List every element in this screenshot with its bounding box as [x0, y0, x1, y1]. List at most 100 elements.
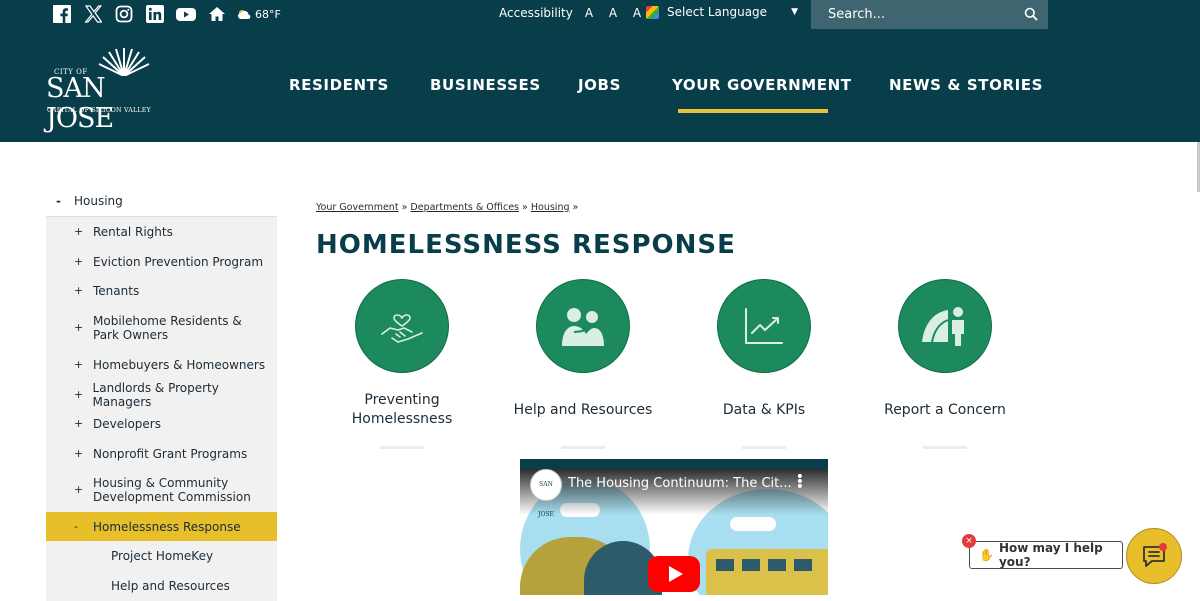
sidebar-item-label: Homelessness Response [93, 519, 241, 534]
sidebar-item-homebuyers[interactable]: + Homebuyers & Homeowners [46, 350, 277, 380]
card-divider [561, 446, 605, 449]
channel-avatar[interactable]: SAN JOSE [530, 469, 562, 518]
card-circle[interactable] [355, 279, 449, 373]
sidebar-item-nonprofit-grants[interactable]: + Nonprofit Grant Programs [46, 439, 277, 468]
cloud-icon [730, 517, 776, 531]
accessibility-controls: Accessibility A A A [499, 6, 647, 20]
sidebar-item-mobilehome[interactable]: + Mobilehome Residents & Park Owners [46, 306, 277, 350]
expand-icon[interactable]: + [46, 388, 93, 402]
sidebar-item-landlords[interactable]: + Landlords & Property Managers [46, 380, 277, 409]
search-input[interactable]: Search... [828, 7, 885, 22]
language-label: Select Language [667, 5, 768, 19]
card-label[interactable]: Report a Concern [875, 390, 1015, 430]
nav-item-jobs[interactable]: JOBS [578, 76, 621, 94]
youtube-icon[interactable] [176, 4, 196, 24]
partly-cloudy-icon [238, 10, 251, 19]
sidebar-item-housing[interactable]: - Housing [46, 186, 277, 217]
collapse-icon: - [56, 194, 61, 208]
text-size-buttons[interactable]: A A A [585, 6, 647, 20]
facebook-icon[interactable] [52, 4, 72, 24]
card-label[interactable]: Preventing Homelessness [332, 390, 472, 430]
sunburst-logo-icon [98, 48, 150, 76]
instagram-icon[interactable] [114, 4, 134, 24]
x-icon[interactable] [83, 4, 103, 24]
breadcrumb-separator: » [522, 202, 528, 213]
nav-item-residents[interactable]: RESIDENTS [289, 76, 389, 94]
expand-icon[interactable]: + [46, 225, 93, 239]
expand-icon[interactable]: + [46, 483, 93, 497]
close-icon[interactable]: × [962, 534, 976, 548]
card-circle[interactable] [898, 279, 992, 373]
sidebar-item-homelessness-response[interactable]: - Homelessness Response [46, 512, 277, 541]
card-label[interactable]: Help and Resources [513, 390, 653, 430]
expand-icon[interactable]: + [46, 417, 93, 431]
chat-prompt-text: How may I help you? [998, 541, 1103, 569]
rv-window [742, 559, 760, 571]
search-icon[interactable] [1024, 7, 1038, 21]
active-nav-indicator [678, 109, 828, 113]
expand-icon[interactable]: + [46, 321, 93, 335]
card-circle[interactable] [536, 279, 630, 373]
breadcrumb-link[interactable]: Departments & Offices [410, 202, 519, 213]
card-circle[interactable] [717, 279, 811, 373]
sidebar-item-hcd-commission[interactable]: + Housing & Community Development Commis… [46, 468, 277, 512]
nextdoor-icon[interactable] [207, 4, 227, 24]
sidebar-subitem-help-resources[interactable]: Help and Resources [46, 571, 277, 601]
video-top-bar [520, 459, 828, 469]
sidebar-item-label: Homebuyers & Homeowners [93, 358, 266, 372]
sidebar-item-label: Rental Rights [93, 225, 173, 239]
sidebar-item-rental-rights[interactable]: + Rental Rights [46, 217, 277, 247]
sidebar-item-label: Eviction Prevention Program [93, 254, 264, 269]
breadcrumb-link[interactable]: Your Government [316, 202, 399, 213]
language-selector[interactable]: Select Language ▼ [646, 5, 798, 19]
card-preventing-homelessness[interactable]: Preventing Homelessness [332, 279, 472, 449]
sidebar-item-eviction-prevention[interactable]: + Eviction Prevention Program [46, 247, 277, 276]
logo-tagline: CAPITAL OF SILICON VALLEY [47, 107, 151, 114]
weather-temperature: 68°F [255, 7, 281, 21]
rv-window [768, 559, 786, 571]
sidebar-item-developers[interactable]: + Developers [46, 409, 277, 439]
nav-item-news-stories[interactable]: NEWS & STORIES [889, 76, 1043, 94]
card-divider [380, 446, 424, 449]
play-icon[interactable] [669, 566, 683, 582]
sidebar-item-label: Nonprofit Grant Programs [93, 446, 248, 461]
people-embrace-icon [562, 308, 604, 346]
breadcrumb-link[interactable]: Housing [531, 202, 570, 213]
card-data-kpis[interactable]: Data & KPIs [694, 279, 834, 449]
person-tent-icon [922, 307, 964, 346]
more-options-icon[interactable]: • • • [796, 470, 804, 494]
card-help-resources[interactable]: Help and Resources [513, 279, 653, 449]
video-embed[interactable]: SAN JOSE The Housing Continuum: The Cit.… [520, 459, 828, 595]
sidebar-item-label: Housing & Community Development Commissi… [93, 476, 251, 504]
card-label[interactable]: Data & KPIs [694, 390, 834, 430]
expand-icon[interactable]: + [46, 447, 93, 461]
accessibility-link[interactable]: Accessibility [499, 6, 573, 20]
rv-window [716, 559, 734, 571]
sidebar-item-tenants[interactable]: + Tenants [46, 276, 277, 306]
sidebar-item-label: Project HomeKey [111, 549, 214, 563]
linkedin-icon[interactable] [145, 4, 165, 24]
nav-item-businesses[interactable]: BUSINESSES [430, 76, 541, 94]
google-translate-icon [646, 5, 659, 19]
heart-handshake-icon [381, 314, 423, 343]
section-sidebar: - Housing + Rental Rights + Eviction Pre… [46, 186, 277, 601]
sidebar-subitem-project-homekey[interactable]: Project HomeKey [46, 541, 277, 571]
chat-launcher-button[interactable] [1126, 528, 1182, 584]
chevron-down-icon: ▼ [791, 7, 798, 17]
expand-icon[interactable]: + [46, 284, 93, 298]
sidebar-item-label: Developers [93, 417, 161, 431]
chat-prompt-bubble[interactable]: ✋ How may I help you? [969, 541, 1123, 569]
video-title[interactable]: The Housing Continuum: The Cit... [568, 476, 792, 491]
rv-window [794, 559, 812, 571]
collapse-icon[interactable]: - [46, 520, 93, 534]
line-chart-icon [745, 308, 783, 344]
card-report-concern[interactable]: Report a Concern [875, 279, 1015, 449]
nav-item-your-government[interactable]: YOUR GOVERNMENT [672, 76, 852, 94]
social-links: 68°F [52, 4, 281, 24]
search-box[interactable]: Search... [811, 0, 1048, 29]
sidebar-item-label: Mobilehome Residents & Park Owners [93, 314, 242, 342]
expand-icon[interactable]: + [46, 358, 93, 372]
expand-icon[interactable]: + [46, 255, 93, 269]
sidebar-item-label: Landlords & Property Managers [92, 380, 219, 409]
weather-widget: 68°F [236, 8, 281, 21]
